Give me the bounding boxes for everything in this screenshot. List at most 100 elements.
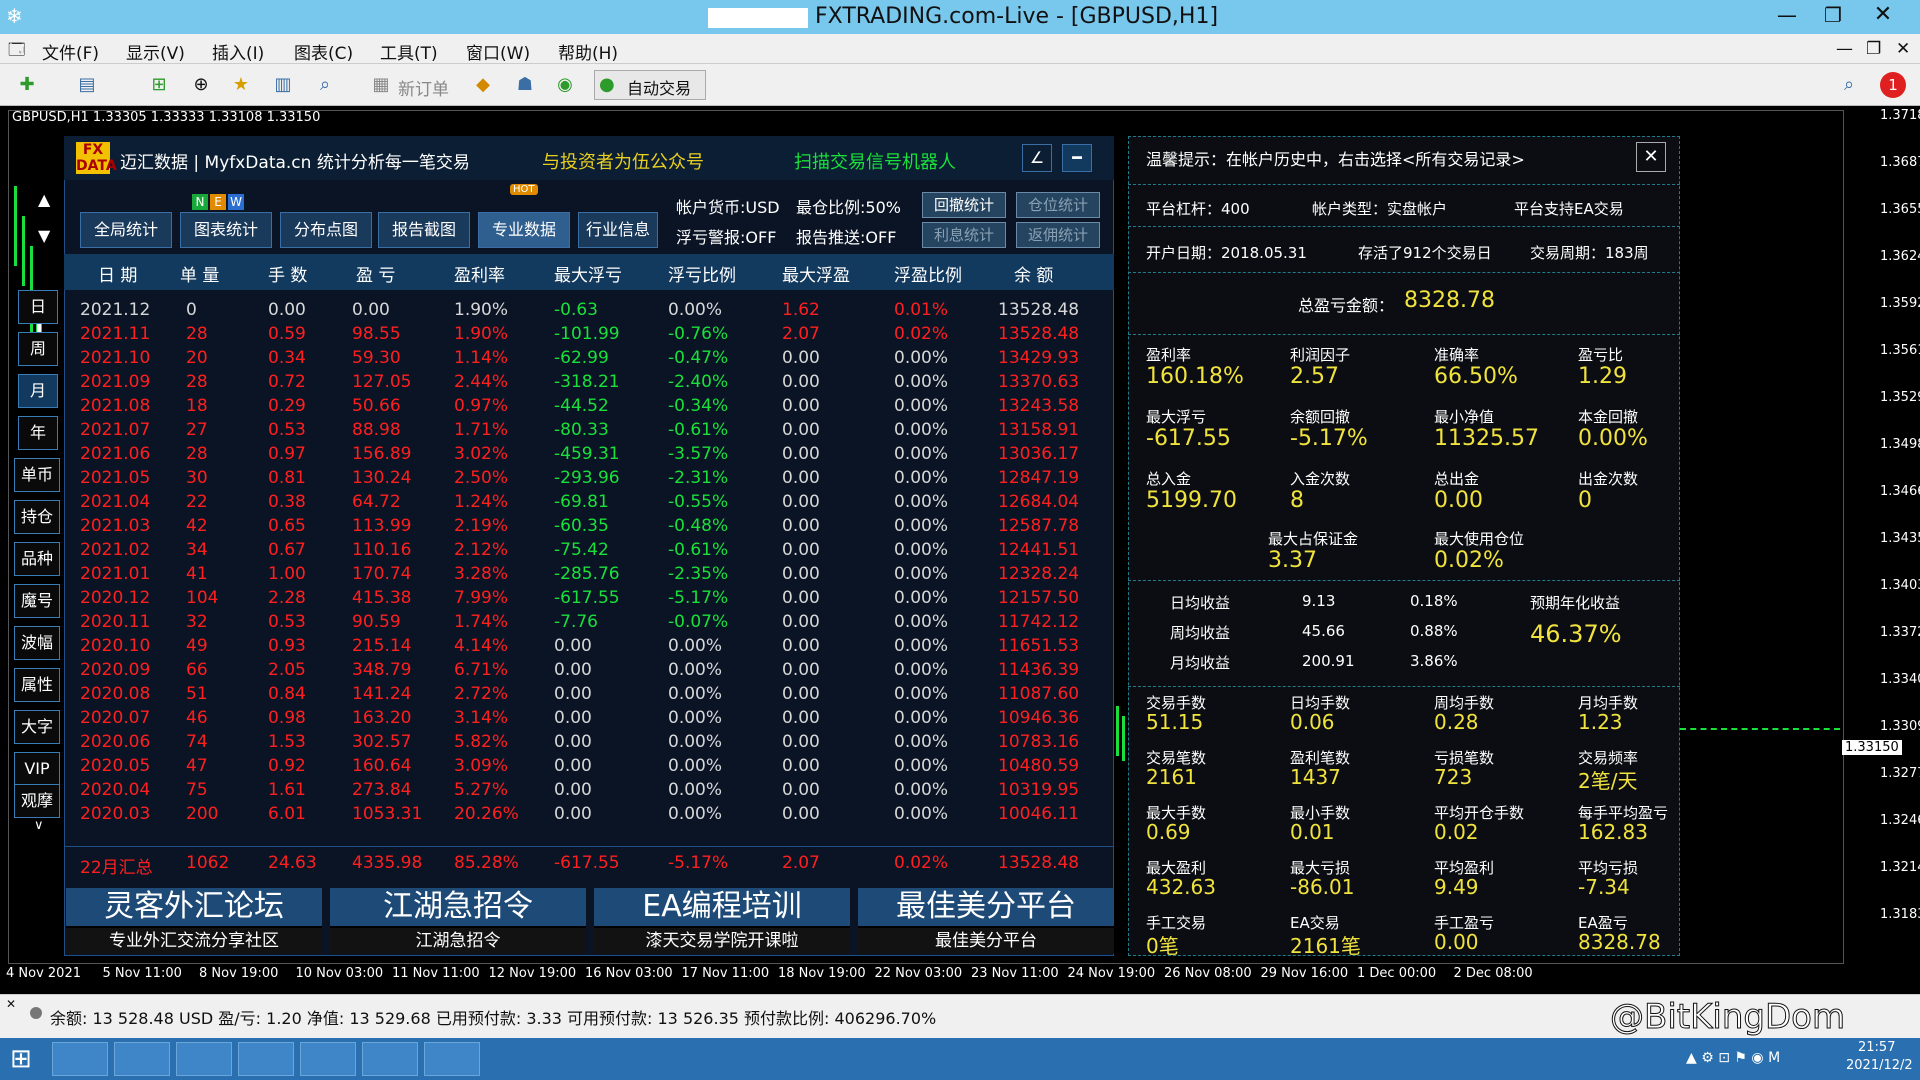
doc-close-button[interactable]: ✕ — [1896, 39, 1910, 59]
table-cell: 273.84 — [352, 780, 412, 800]
taskbar-app-1[interactable] — [52, 1042, 108, 1076]
taskbar-folder[interactable] — [176, 1042, 232, 1076]
banner-recruit[interactable]: 江湖急招令 江湖急招令 — [330, 888, 586, 954]
sidebar-holdings[interactable]: 持仓 — [14, 500, 60, 534]
price-label: 1.36240 — [1880, 249, 1920, 264]
metric-label: 余额回撤 — [1290, 408, 1351, 426]
metric-label: 总出金 — [1434, 470, 1480, 488]
new-order-icon[interactable]: ▦ — [368, 72, 394, 98]
position-stats-button[interactable]: 仓位统计 — [1016, 192, 1100, 218]
users-icon[interactable]: ☗ — [512, 72, 538, 98]
sidebar-attributes[interactable]: 属性 — [14, 668, 60, 702]
minimize-button[interactable]: — — [1764, 0, 1810, 30]
table-cell: 5.82% — [454, 732, 509, 752]
menu-window[interactable]: 窗口(W) — [466, 39, 530, 64]
table-cell: 0.00% — [894, 420, 949, 440]
doc-minimize-button[interactable]: — — [1836, 39, 1853, 59]
banner-ea-training[interactable]: EA编程培训 漆天交易学院开课啦 — [594, 888, 850, 954]
taskbar-app-3[interactable] — [238, 1042, 294, 1076]
taskbar-app-5[interactable] — [362, 1042, 418, 1076]
scroll-up-icon[interactable]: ▲ — [38, 190, 50, 209]
panel-close-button[interactable]: ✕ — [1636, 142, 1666, 172]
menu-charts[interactable]: 图表(C) — [294, 39, 353, 64]
auto-trading-button[interactable]: ● 自动交易 — [594, 70, 706, 100]
drawdown-stats-button[interactable]: 回撤统计 — [922, 192, 1006, 218]
sidebar-magic[interactable]: 魔号 — [14, 584, 60, 618]
menu-file[interactable]: 文件(F) — [42, 39, 99, 64]
new-order-button[interactable]: 新订单 — [398, 75, 449, 100]
scroll-down-icon[interactable]: ▼ — [38, 226, 50, 245]
windows-start-icon[interactable]: ⊞ — [10, 1044, 32, 1074]
sidebar-day[interactable]: 日 — [18, 290, 58, 324]
tab-report-screenshot[interactable]: 报告截图 — [378, 212, 470, 248]
banner-forum[interactable]: 灵客外汇论坛 专业外汇交流分享社区 — [66, 888, 322, 954]
taskbar-app-2[interactable] — [114, 1042, 170, 1076]
table-cell: 0.01% — [894, 300, 949, 320]
time-label: 10 Nov 03:00 — [295, 966, 384, 981]
tray-icons[interactable]: ▲ ⚙ ⊡ ⚑ ◉ M — [1686, 1050, 1780, 1066]
interest-stats-button[interactable]: 利息统计 — [922, 222, 1006, 248]
candles-mid — [1114, 706, 1128, 766]
sidebar-range[interactable]: 波幅 — [14, 626, 60, 660]
metric-value: 0.28 — [1434, 710, 1479, 734]
profiles-icon[interactable]: ▤ — [74, 72, 100, 98]
sidebar-single-currency[interactable]: 单币 — [14, 458, 60, 492]
panel-minimize-button[interactable]: ━ — [1062, 144, 1092, 172]
table-cell: 0.00 — [782, 588, 820, 608]
sidebar-week[interactable]: 周 — [18, 332, 58, 366]
crosshair-icon[interactable]: ⊕ — [188, 72, 214, 98]
return-label: 日均收益 — [1170, 594, 1231, 612]
taskbar-app-6[interactable] — [424, 1042, 480, 1076]
price-line — [1680, 728, 1840, 730]
tab-industry-info[interactable]: 行业信息 — [578, 212, 658, 248]
price-label: 1.34035 — [1880, 578, 1920, 593]
metric-label: 盈利率 — [1146, 346, 1192, 364]
metric-value: 0.02 — [1434, 820, 1479, 844]
banner-cent-platform[interactable]: 最佳美分平台 最佳美分平台 — [858, 888, 1114, 954]
table-row: 2021.02 34 0.67 110.16 2.12% -75.42 -0.61% 0.00… — [64, 538, 1114, 562]
navigator-icon[interactable]: ★ — [228, 72, 254, 98]
table-cell: 0.00 — [782, 732, 820, 752]
table-cell: 415.38 — [352, 588, 412, 608]
edit-button[interactable]: ∠ — [1022, 144, 1052, 172]
table-cell: 10783.16 — [998, 732, 1080, 752]
tab-pro-data[interactable]: 专业数据 — [478, 212, 570, 248]
close-button[interactable]: ✕ — [1860, 0, 1906, 30]
table-cell: 104 — [186, 588, 219, 608]
tester-icon[interactable]: ⌕ — [312, 72, 338, 98]
signals-icon[interactable]: ◉ — [552, 72, 578, 98]
sidebar-year[interactable]: 年 — [18, 416, 58, 450]
menu-help[interactable]: 帮助(H) — [558, 39, 618, 64]
new-chart-icon[interactable]: ✚ — [14, 72, 40, 98]
notification-badge[interactable]: 1 — [1880, 72, 1906, 98]
sidebar-vip[interactable]: VIP — [14, 752, 60, 786]
sidebar-more-icon[interactable]: ∨ — [34, 818, 44, 833]
tab-distribution[interactable]: 分布点图 — [280, 212, 372, 248]
terminal-icon[interactable]: ▥ — [270, 72, 296, 98]
table-cell: 0.00% — [894, 516, 949, 536]
rebate-stats-button[interactable]: 返佣统计 — [1016, 222, 1100, 248]
menu-view[interactable]: 显示(V) — [126, 39, 185, 64]
tab-global-stats[interactable]: 全局统计 — [80, 212, 172, 248]
sidebar-large-font[interactable]: 大字 — [14, 710, 60, 744]
doc-restore-button[interactable]: ❐ — [1866, 39, 1881, 59]
taskbar-app-4[interactable] — [300, 1042, 356, 1076]
table-cell: 0.00% — [668, 756, 723, 776]
table-cell: -62.99 — [554, 348, 609, 368]
tab-chart-stats[interactable]: 图表统计 — [180, 212, 272, 248]
metaeditor-icon[interactable]: ◆ — [470, 72, 496, 98]
sidebar-month[interactable]: 月 — [18, 374, 58, 408]
restore-button[interactable]: ❐ — [1810, 0, 1856, 30]
menu-insert[interactable]: 插入(I) — [212, 39, 264, 64]
status-close-icon[interactable]: ✕ — [6, 997, 16, 1011]
doc-icon[interactable]: 🗔 — [8, 39, 25, 66]
table-cell: 2021.11 — [80, 324, 151, 344]
sidebar-observe[interactable]: 观摩 — [14, 784, 60, 818]
menu-tools[interactable]: 工具(T) — [380, 39, 438, 64]
table-cell: 28 — [186, 444, 208, 464]
table-cell: 13528.48 — [998, 324, 1080, 344]
market-watch-icon[interactable]: ⊞ — [146, 72, 172, 98]
table-cell: 41 — [186, 564, 208, 584]
search-icon[interactable]: ⌕ — [1836, 72, 1862, 98]
sidebar-symbols[interactable]: 品种 — [14, 542, 60, 576]
